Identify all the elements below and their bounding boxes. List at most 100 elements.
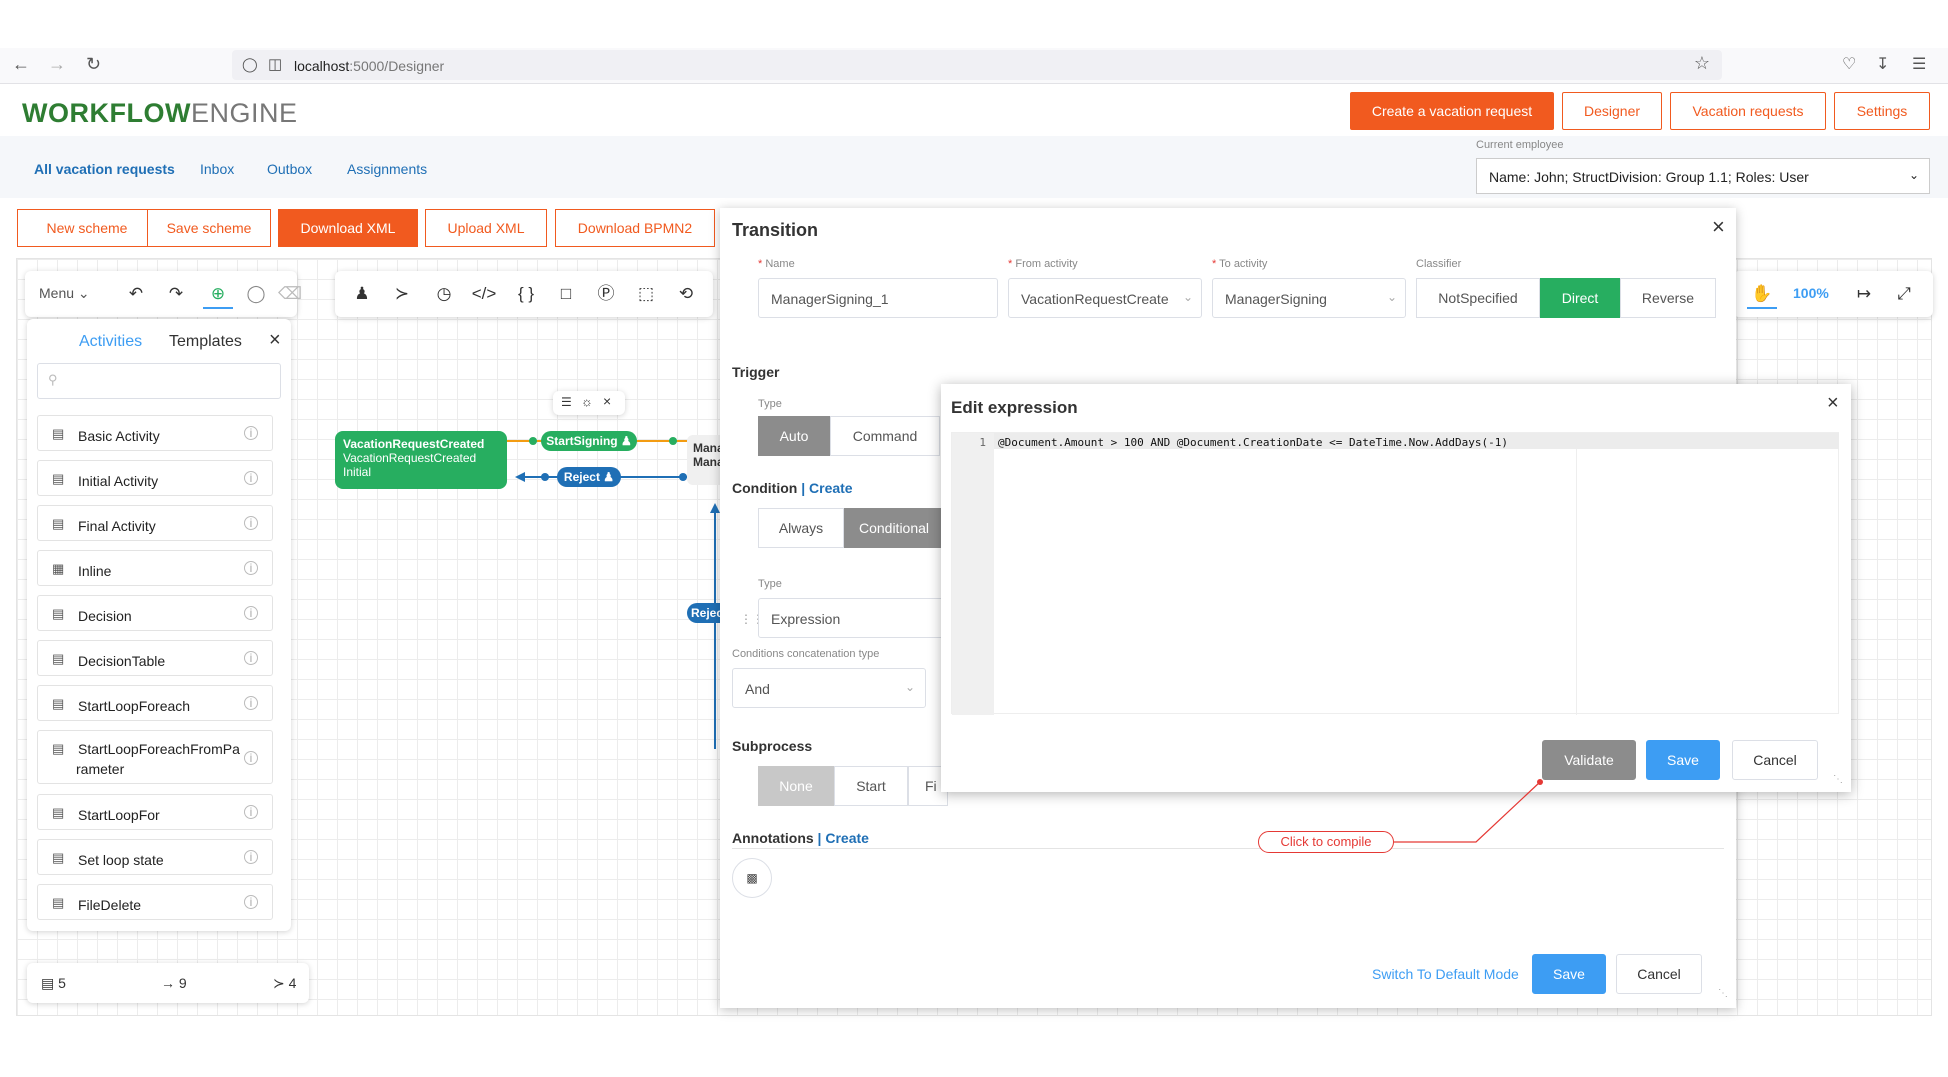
create-vacation-request-button[interactable]: Create a vacation request [1350,92,1554,130]
code-icon[interactable]: </> [469,279,499,309]
resize-handle-icon[interactable]: ⋱ [1833,774,1843,785]
delete-icon[interactable]: ⌫ [275,279,305,309]
activity-item-basic[interactable]: ▤ Basic Activity i [37,415,273,451]
vacation-requests-button[interactable]: Vacation requests [1670,92,1826,130]
activity-item-final[interactable]: ▤ Final Activity i [37,505,273,541]
transition-cancel-button[interactable]: Cancel [1616,954,1702,994]
name-input[interactable]: ManagerSigning_1 [758,278,998,318]
selection-icon[interactable]: ⬚ [631,279,661,309]
activity-item-initial[interactable]: ▤ Initial Activity i [37,460,273,496]
nav-assignments[interactable]: Assignments [347,161,427,177]
activity-item-startloopforeachfromparameter[interactable]: ▤ StartLoopForeachFromPa rameter i [37,730,273,784]
info-icon[interactable]: i [244,606,258,620]
command-icon[interactable]: ≻ [387,279,417,309]
parameters-icon[interactable]: { } [511,279,541,309]
expression-cancel-button[interactable]: Cancel [1732,740,1818,780]
close-icon[interactable]: × [269,329,281,352]
zoom-level[interactable]: 100% [1793,285,1829,301]
bookmark-star-icon[interactable]: ☆ [1694,53,1710,74]
transition-save-button[interactable]: Save [1532,954,1606,994]
activity-item-startloopfor[interactable]: ▤ StartLoopFor i [37,794,273,830]
upload-xml-button[interactable]: Upload XML [425,209,547,247]
toggle-icon[interactable]: ◯ [241,279,271,309]
hamburger-menu-icon[interactable]: ☰ [1912,54,1926,74]
palette-icon[interactable]: ☼ [581,394,593,409]
nav-all-vacation-requests[interactable]: All vacation requests [34,161,175,177]
transition-label-reject[interactable]: Reject ♟ [557,467,621,487]
from-activity-select[interactable]: VacationRequestCreate ⌄ [1008,278,1202,318]
download-xml-button[interactable]: Download XML [278,209,418,247]
pocket-icon[interactable]: ♡ [1842,54,1856,74]
condition-conditional[interactable]: Conditional [844,508,944,548]
activity-item-decision[interactable]: ▤ Decision i [37,595,273,631]
save-scheme-button[interactable]: Save scheme [147,209,271,247]
concat-type-select[interactable]: And ⌄ [732,668,926,708]
expression-save-button[interactable]: Save [1646,740,1720,780]
process-info-icon[interactable]: Ⓟ [591,279,621,309]
nav-inbox[interactable]: Inbox [200,161,234,177]
subprocess-none[interactable]: None [758,766,834,806]
to-activity-select[interactable]: ManagerSigning ⌄ [1212,278,1406,318]
nav-outbox[interactable]: Outbox [267,161,312,177]
info-icon[interactable]: i [244,751,258,765]
history-icon[interactable]: ⟲ [671,279,701,309]
condition-create-link[interactable]: | Create [801,480,852,496]
url-bar[interactable]: ◯ ◫ localhost:5000/Designer ☆ [232,50,1722,80]
trigger-command[interactable]: Command [830,416,940,456]
reload-icon[interactable]: ↻ [86,54,101,75]
resize-handle-icon[interactable]: ⋱ [1718,988,1728,999]
classifier-notspecified[interactable]: NotSpecified [1416,278,1540,318]
activity-item-decisiontable[interactable]: ▤ DecisionTable i [37,640,273,676]
shield-icon[interactable]: ◯ [242,56,258,73]
trigger-auto[interactable]: Auto [758,416,830,456]
timer-icon[interactable]: ◷ [429,279,459,309]
validate-button[interactable]: Validate [1542,740,1636,780]
add-activity-icon[interactable]: ⊕ [203,279,233,309]
close-icon[interactable]: × [603,393,611,409]
fit-width-icon[interactable]: ↦ [1849,279,1879,309]
info-icon[interactable]: i [244,651,258,665]
activity-item-set-loop-state[interactable]: ▤ Set loop state i [37,839,273,875]
menu-dropdown[interactable]: Menu ⌄ [39,285,90,302]
hand-pan-icon[interactable]: ✋ [1747,279,1777,309]
info-icon[interactable]: i [244,426,258,440]
info-icon[interactable]: i [244,850,258,864]
close-icon[interactable]: × [1827,392,1839,415]
activity-node-vacationrequestcreated[interactable]: VacationRequestCreated VacationRequestCr… [335,431,507,489]
condition-always[interactable]: Always [758,508,844,548]
download-bpmn2-button[interactable]: Download BPMN2 [555,209,715,247]
code-editor[interactable]: 1 @Document.Amount > 100 AND @Document.C… [951,432,1839,715]
fullscreen-icon[interactable]: ⤢ [1889,279,1919,309]
activity-item-inline[interactable]: ▦ Inline i [37,550,273,586]
undo-icon[interactable]: ↶ [121,279,151,309]
actor-icon[interactable]: ♟ [347,279,377,309]
code-line[interactable]: @Document.Amount > 100 AND @Document.Cre… [994,433,1839,449]
classifier-reverse[interactable]: Reverse [1620,278,1716,318]
activity-item-startloopforeach[interactable]: ▤ StartLoopForeach i [37,685,273,721]
localization-icon[interactable]: □ [551,279,581,309]
settings-button[interactable]: Settings [1834,92,1930,130]
current-employee-select[interactable]: Name: John; StructDivision: Group 1.1; R… [1476,158,1930,194]
designer-button[interactable]: Designer [1562,92,1662,130]
tab-activities[interactable]: Activities [79,333,142,351]
activity-search-input[interactable]: ⚲ [37,363,281,399]
annotations-create-link[interactable]: | Create [818,830,869,846]
close-icon[interactable]: × [1712,214,1725,240]
settings-icon[interactable]: ☰ [561,395,572,409]
info-icon[interactable]: i [244,561,258,575]
url-text[interactable]: localhost:5000/Designer [294,58,444,74]
forward-icon[interactable]: → [48,54,66,75]
tab-templates[interactable]: Templates [169,333,242,351]
info-icon[interactable]: i [244,516,258,530]
condition-type-select[interactable]: Expression [758,598,958,638]
info-icon[interactable]: i [244,805,258,819]
new-scheme-button[interactable]: New scheme [17,209,157,247]
back-icon[interactable]: ← [12,54,30,75]
info-icon[interactable]: i [244,696,258,710]
annotation-comment-icon[interactable]: ▩ [732,858,772,898]
info-icon[interactable]: i [244,895,258,909]
info-icon[interactable]: i [244,471,258,485]
subprocess-start[interactable]: Start [834,766,908,806]
redo-icon[interactable]: ↷ [161,279,191,309]
activity-item-filedelete[interactable]: ▤ FileDelete i [37,884,273,920]
